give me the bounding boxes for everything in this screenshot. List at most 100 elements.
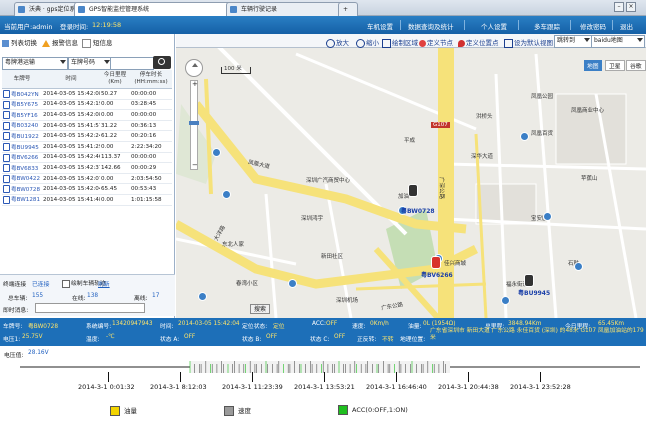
table-row[interactable]: 粤B5YF16 2014-03-05 15:42:08 0.00 00:00:00 — [2, 109, 172, 121]
vehicle-marker-label: 粤BW0728 — [401, 208, 435, 215]
map-search-button[interactable]: 搜索 — [250, 304, 270, 314]
table-row[interactable]: 粤BU1922 2014-03-05 15:42:24 61.22 00:20:16 — [2, 130, 172, 142]
cell-time: 2014-03-05 15:41:48 — [42, 194, 100, 206]
minimize-icon[interactable]: – — [614, 2, 624, 12]
map-area[interactable]: 放大 缩小 绘制区域 定义节点 定义位置点 设为默认视图 跳转到 baidu地图… — [176, 34, 646, 318]
browser-tab-3[interactable]: 车辆行驶记录 × — [226, 2, 352, 17]
cell-time: 2014-03-05 15:41:57 — [42, 120, 100, 132]
table-row[interactable]: 粤B042YN 2014-03-05 15:42:08 50.27 00:00:00 — [2, 88, 172, 100]
cell-mileage: 0.00 — [100, 173, 130, 185]
bus-stop-icon[interactable] — [501, 296, 510, 305]
vehicle-plate[interactable]: 粤B03240 — [2, 120, 42, 132]
column-header[interactable]: 车牌号 — [2, 70, 42, 89]
table-row[interactable]: 粤BW0422 2014-03-05 15:42:07 0.00 2:03:54:50 — [2, 173, 172, 185]
jump-to-select[interactable]: 跳转到 — [554, 35, 592, 48]
nav-device-settings[interactable]: 车机设置 — [367, 21, 393, 31]
sms-button[interactable]: 短信息 — [82, 37, 113, 48]
draw-area-button[interactable]: 绘制区域 — [382, 37, 418, 48]
alarm-button[interactable]: 报警信息 — [42, 37, 78, 47]
field-select[interactable]: 车牌号码 — [68, 57, 112, 70]
tab-satellite[interactable]: 卫星 — [605, 60, 625, 71]
total-label: 总车辆: — [8, 296, 28, 302]
close-window-icon[interactable]: × — [626, 2, 636, 12]
vehicle-marker[interactable] — [524, 274, 534, 287]
bus-stop-icon[interactable] — [574, 262, 583, 271]
cell-mileage: 61.22 — [100, 130, 130, 142]
state-b-value: OFF — [266, 334, 278, 340]
bus-stop-icon[interactable] — [222, 190, 231, 199]
online-count: 138 — [87, 293, 99, 299]
vehicle-plate[interactable]: 粤BU9945 — [2, 141, 42, 153]
bus-stop-icon[interactable] — [520, 132, 529, 141]
vehicle-plate[interactable]: 粤B5Y675 — [2, 99, 42, 111]
search-button[interactable] — [153, 56, 171, 69]
nav-multi-track[interactable]: 多车跟踪 — [534, 21, 560, 31]
timeline-track[interactable] — [0, 360, 646, 374]
vehicle-plate[interactable]: 粤B5YF16 — [2, 109, 42, 121]
nav-logout[interactable]: 退出 — [620, 21, 633, 31]
legend-acc[interactable]: ACC(0:OFF,1:ON) — [338, 405, 408, 415]
column-header[interactable]: 时间 — [42, 70, 100, 89]
map-label: 广深公路 — [438, 176, 445, 200]
vehicle-plate[interactable]: 粤BV6833 — [2, 162, 42, 174]
vehicle-plate[interactable]: 粤BW1281 — [2, 194, 42, 206]
list-toggle-button[interactable]: 列表切换 — [2, 37, 37, 47]
zoom-slider[interactable]: + − — [189, 80, 199, 170]
column-header[interactable]: 停车时长 (HH:mm:ss) — [130, 70, 172, 89]
legend-speed[interactable]: 速度 — [224, 405, 251, 416]
default-view-button[interactable]: 设为默认视图 — [504, 37, 553, 48]
define-node-button[interactable]: 定义节点 — [419, 37, 453, 47]
zoom-out-button[interactable]: 缩小 — [356, 37, 379, 48]
vehicle-plate[interactable]: 粤BV6266 — [2, 152, 42, 164]
table-row[interactable]: 粤BW0728 2014-03-05 15:42:04 65.45 00:53:43 — [2, 183, 172, 195]
bus-stop-icon[interactable] — [198, 292, 207, 301]
cell-duration: 00:20:16 — [130, 130, 172, 142]
state-c-value: OFF — [334, 334, 346, 340]
nav-change-password[interactable]: 修改密码 — [580, 21, 606, 31]
map-label: 凤凰商业中心 — [571, 108, 605, 114]
cell-duration: 00:00:00 — [130, 152, 172, 164]
vehicle-plate[interactable]: 粤BW0422 — [2, 173, 42, 185]
group-select[interactable]: 粤牌港运输 — [2, 57, 68, 70]
tab-map[interactable]: 地图 — [584, 60, 602, 71]
table-row[interactable]: 粤B03240 2014-03-05 15:41:57 31.22 00:36:13 — [2, 120, 172, 132]
search-input[interactable] — [110, 57, 154, 70]
map-label: 平成 — [404, 138, 416, 144]
divider — [612, 20, 613, 30]
refresh-link[interactable]: 刷新 — [98, 279, 110, 288]
bus-stop-icon[interactable] — [212, 148, 221, 157]
vehicle-plate[interactable]: 粤BU1922 — [2, 130, 42, 142]
zoom-in-button[interactable]: 放大 — [326, 37, 349, 48]
acc-value: OFF — [326, 321, 338, 327]
app-header: 当前用户:admin 登录时间: 12:19:58 车机设置 数据查询及统计 个… — [0, 16, 646, 34]
bus-stop-icon[interactable] — [543, 212, 552, 221]
alert-input[interactable] — [35, 303, 145, 313]
vehicle-plate[interactable]: 粤B042YN — [2, 88, 42, 100]
vehicle-marker[interactable] — [431, 256, 441, 269]
bus-stop-icon[interactable] — [288, 279, 297, 288]
table-row[interactable]: 粤B5Y675 2014-03-05 15:42:19 0.00 03:28:45 — [2, 99, 172, 111]
nav-data-query[interactable]: 数据查询及统计 — [408, 21, 454, 31]
table-row[interactable]: 粤BW1281 2014-03-05 15:41:48 0.00 1:01:15:58 — [2, 194, 172, 206]
define-point-button[interactable]: 定义位置点 — [458, 37, 499, 47]
map-label: 洪桥头 — [476, 114, 493, 120]
new-tab-button[interactable]: + — [338, 2, 358, 17]
table-row[interactable]: 粤BU9945 2014-03-05 15:41:29 0.00 2:22:34:20 — [2, 141, 172, 153]
chevron-down-icon — [637, 38, 643, 42]
tab-google[interactable]: 谷歌 — [626, 60, 646, 71]
vehicle-marker[interactable] — [408, 184, 418, 197]
cell-duration: 00:53:43 — [130, 183, 172, 195]
legend-oil[interactable]: 油量 — [110, 405, 137, 416]
browser-tab-2[interactable]: GPS智能监控管理系统 × — [74, 2, 240, 17]
cell-time: 2014-03-05 15:42:19 — [42, 99, 100, 111]
table-row[interactable]: 粤BV6266 2014-03-05 15:42:46 113.37 00:00:00 — [2, 152, 172, 164]
nav-personal-settings[interactable]: 个人设置 — [481, 21, 507, 31]
slider-handle[interactable] — [189, 121, 199, 125]
map-label: 苹蕉山 — [581, 176, 598, 182]
table-row[interactable]: 粤BV6833 2014-03-05 15:42:37 142.66 00:00:29 — [2, 162, 172, 174]
column-header[interactable]: 今日里程 (Km) — [100, 70, 130, 89]
vehicle-plate[interactable]: 粤BW0728 — [2, 183, 42, 195]
map-source-select[interactable]: baidu地图 — [591, 35, 645, 48]
car-icon — [3, 132, 10, 141]
pan-control[interactable] — [185, 59, 203, 77]
